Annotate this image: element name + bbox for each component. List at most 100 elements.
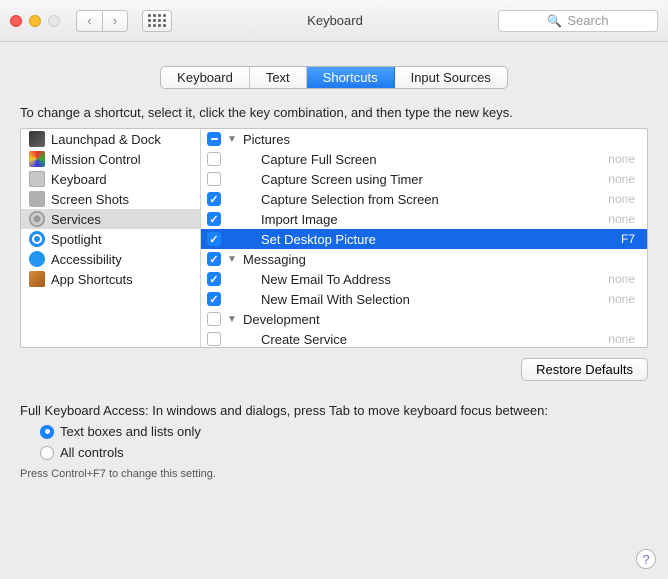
- shortcut-label: Development: [243, 312, 629, 327]
- radio-text-boxes[interactable]: [40, 425, 54, 439]
- shortcut-label: Messaging: [243, 252, 629, 267]
- disclosure-triangle-icon[interactable]: ▼: [227, 314, 237, 325]
- category-spotlight[interactable]: Spotlight: [21, 229, 200, 249]
- shortcut-row[interactable]: New Email With Selection none: [201, 289, 647, 309]
- radio-all-controls[interactable]: [40, 446, 54, 460]
- shortcut-row[interactable]: Capture Full Screen none: [201, 149, 647, 169]
- shortcut-row[interactable]: Capture Selection from Screen none: [201, 189, 647, 209]
- fka-hint: Press Control+F7 to change this setting.: [20, 468, 648, 480]
- category-label: Keyboard: [51, 172, 107, 187]
- chevron-right-icon: ›: [113, 13, 117, 28]
- checkbox[interactable]: [207, 252, 221, 266]
- checkbox[interactable]: [207, 212, 221, 226]
- back-button[interactable]: ‹: [76, 10, 102, 32]
- shortcut-row[interactable]: ▼ Messaging: [201, 249, 647, 269]
- shortcut-label: New Email With Selection: [243, 292, 602, 307]
- services-icon: [29, 211, 45, 227]
- shortcut-list[interactable]: ▼PicturesCapture Full ScreennoneCapture …: [201, 129, 647, 347]
- category-launchpad-dock[interactable]: Launchpad & Dock: [21, 129, 200, 149]
- category-services[interactable]: Services: [21, 209, 200, 229]
- minimize-window-icon[interactable]: [29, 15, 41, 27]
- tab-input-sources[interactable]: Input Sources: [395, 67, 507, 88]
- shortcut-label: Create Service: [243, 332, 602, 347]
- checkbox[interactable]: [207, 152, 221, 166]
- category-label: App Shortcuts: [51, 272, 133, 287]
- shortcut-label: Capture Screen using Timer: [243, 172, 602, 187]
- shortcut-row[interactable]: Set Desktop Picture F7: [201, 229, 647, 249]
- titlebar: ‹ › Keyboard 🔍 Search: [0, 0, 668, 42]
- tab-text[interactable]: Text: [250, 67, 307, 88]
- disclosure-triangle-icon[interactable]: ▼: [227, 254, 237, 265]
- show-all-button[interactable]: [142, 10, 172, 32]
- checkbox[interactable]: [207, 132, 221, 146]
- radio-all-controls-label: All controls: [60, 445, 124, 460]
- shortcut-row[interactable]: New Email To Address none: [201, 269, 647, 289]
- shortcut-key[interactable]: none: [608, 272, 641, 286]
- tab-keyboard[interactable]: Keyboard: [161, 67, 250, 88]
- restore-defaults-button[interactable]: Restore Defaults: [521, 358, 648, 381]
- checkbox[interactable]: [207, 332, 221, 346]
- category-app-shortcuts[interactable]: App Shortcuts: [21, 269, 200, 289]
- checkbox[interactable]: [207, 232, 221, 246]
- category-accessibility[interactable]: Accessibility: [21, 249, 200, 269]
- shortcut-key[interactable]: F7: [621, 232, 641, 246]
- shortcut-label: Capture Selection from Screen: [243, 192, 602, 207]
- category-label: Spotlight: [51, 232, 102, 247]
- tab-bar: KeyboardTextShortcutsInput Sources: [160, 66, 508, 89]
- zoom-window-icon: [48, 15, 60, 27]
- shortcut-label: Import Image: [243, 212, 602, 227]
- tab-shortcuts[interactable]: Shortcuts: [307, 67, 395, 88]
- help-button[interactable]: ?: [636, 549, 656, 569]
- nav-buttons: ‹ ›: [76, 10, 128, 32]
- grid-icon: [148, 14, 166, 27]
- window-controls: [10, 15, 60, 27]
- fka-text: Full Keyboard Access: In windows and dia…: [20, 403, 648, 418]
- checkbox[interactable]: [207, 312, 221, 326]
- keyboard-icon: [29, 171, 45, 187]
- shortcut-row[interactable]: Capture Screen using Timer none: [201, 169, 647, 189]
- search-placeholder: Search: [567, 13, 608, 28]
- shortcut-label: Pictures: [243, 132, 629, 147]
- shortcut-key[interactable]: none: [608, 152, 641, 166]
- screenshot-icon: [29, 191, 45, 207]
- window-title: Keyboard: [180, 13, 490, 28]
- search-icon: 🔍: [547, 14, 562, 28]
- category-keyboard[interactable]: Keyboard: [21, 169, 200, 189]
- category-list[interactable]: Launchpad & Dock Mission Control Keyboard S…: [21, 129, 201, 347]
- close-window-icon[interactable]: [10, 15, 22, 27]
- shortcut-row[interactable]: Import Image none: [201, 209, 647, 229]
- checkbox[interactable]: [207, 292, 221, 306]
- instruction-text: To change a shortcut, select it, click t…: [20, 105, 648, 120]
- radio-text-boxes-label: Text boxes and lists only: [60, 424, 201, 439]
- disclosure-triangle-icon[interactable]: ▼: [227, 134, 237, 145]
- shortcut-key[interactable]: none: [608, 212, 641, 226]
- mission-icon: [29, 151, 45, 167]
- shortcut-row[interactable]: ▼ Development: [201, 309, 647, 329]
- shortcut-key[interactable]: none: [608, 292, 641, 306]
- category-mission-control[interactable]: Mission Control: [21, 149, 200, 169]
- category-label: Launchpad & Dock: [51, 132, 161, 147]
- shortcut-row[interactable]: ▼ Pictures: [201, 129, 647, 149]
- shortcuts-panes: Launchpad & Dock Mission Control Keyboard S…: [20, 128, 648, 348]
- checkbox[interactable]: [207, 172, 221, 186]
- launchpad-icon: [29, 131, 45, 147]
- category-screen-shots[interactable]: Screen Shots: [21, 189, 200, 209]
- category-label: Mission Control: [51, 152, 141, 167]
- shortcut-label: Capture Full Screen: [243, 152, 602, 167]
- shortcut-label: Set Desktop Picture: [243, 232, 615, 247]
- checkbox[interactable]: [207, 272, 221, 286]
- chevron-left-icon: ‹: [87, 13, 91, 28]
- checkbox[interactable]: [207, 192, 221, 206]
- shortcut-key[interactable]: none: [608, 332, 641, 346]
- appshort-icon: [29, 271, 45, 287]
- forward-button[interactable]: ›: [102, 10, 128, 32]
- shortcut-label: New Email To Address: [243, 272, 602, 287]
- shortcut-key[interactable]: none: [608, 192, 641, 206]
- spotlight-icon: [29, 231, 45, 247]
- category-label: Accessibility: [51, 252, 122, 267]
- search-field[interactable]: 🔍 Search: [498, 10, 658, 32]
- category-label: Screen Shots: [51, 192, 129, 207]
- shortcut-key[interactable]: none: [608, 172, 641, 186]
- shortcut-row[interactable]: Create Service none: [201, 329, 647, 347]
- category-label: Services: [51, 212, 101, 227]
